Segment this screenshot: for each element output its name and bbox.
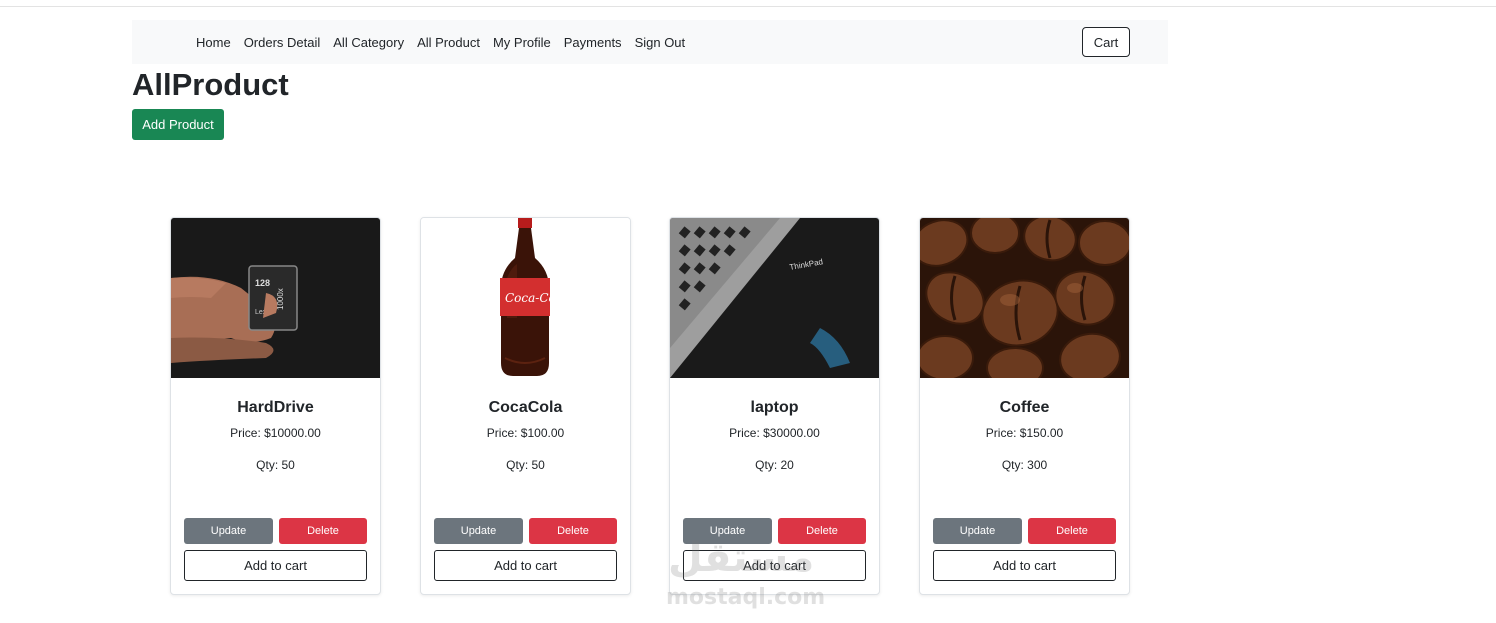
product-card: Coca-Cola CocaCola Price: $100.00 Qty: 5…: [420, 217, 631, 595]
delete-button[interactable]: Delete: [529, 518, 617, 544]
nav-links: Home Orders Detail All Category All Prod…: [196, 20, 698, 64]
add-to-cart-button[interactable]: Add to cart: [683, 550, 866, 581]
nav-link-payments[interactable]: Payments: [564, 35, 622, 50]
product-qty: Qty: 20: [755, 458, 794, 472]
update-button[interactable]: Update: [683, 518, 772, 544]
delete-button[interactable]: Delete: [279, 518, 367, 544]
update-button[interactable]: Update: [434, 518, 523, 544]
product-qty: Qty: 300: [1001, 458, 1048, 472]
product-name: Coffee: [999, 399, 1050, 416]
svg-text:128: 128: [255, 278, 270, 288]
sd-card-photo: 128 Lexar 1000x: [171, 218, 380, 378]
product-card: ThinkPad laptop Price: $30000.00 Qty: 20…: [669, 217, 880, 595]
add-to-cart-button[interactable]: Add to cart: [933, 550, 1116, 581]
product-price: Price: $30000.00: [729, 426, 820, 440]
svg-text:1000x: 1000x: [276, 288, 285, 310]
browser-top-divider: [0, 6, 1496, 7]
nav-link-all-product[interactable]: All Product: [417, 35, 480, 50]
product-qty: Qty: 50: [256, 458, 295, 472]
nav-link-my-profile[interactable]: My Profile: [493, 35, 551, 50]
product-price: Price: $100.00: [486, 426, 565, 440]
update-button[interactable]: Update: [184, 518, 273, 544]
add-product-button[interactable]: Add Product: [132, 109, 224, 140]
product-name: laptop: [750, 399, 799, 416]
page-title: AllProduct: [132, 67, 289, 102]
nav-link-all-category[interactable]: All Category: [333, 35, 404, 50]
product-name: HardDrive: [237, 399, 314, 416]
laptop-keyboard-photo: ThinkPad: [670, 218, 879, 378]
nav-link-home[interactable]: Home: [196, 35, 231, 50]
coffee-beans-photo: [920, 218, 1129, 378]
svg-text:Coca-Cola: Coca-Cola: [505, 291, 567, 305]
add-to-cart-button[interactable]: Add to cart: [434, 550, 617, 581]
product-card: 128 Lexar 1000x HardDrive Price: $10000.…: [170, 217, 381, 595]
nav-link-orders-detail[interactable]: Orders Detail: [244, 35, 321, 50]
product-name: CocaCola: [488, 399, 563, 416]
update-button[interactable]: Update: [933, 518, 1022, 544]
product-card: Coffee Price: $150.00 Qty: 300 Update De…: [919, 217, 1130, 595]
coca-cola-bottle-photo: Coca-Cola: [421, 218, 630, 378]
cart-button[interactable]: Cart: [1082, 27, 1130, 57]
delete-button[interactable]: Delete: [778, 518, 866, 544]
product-qty: Qty: 50: [506, 458, 545, 472]
product-price: Price: $150.00: [985, 426, 1064, 440]
nav-link-sign-out[interactable]: Sign Out: [635, 35, 686, 50]
add-to-cart-button[interactable]: Add to cart: [184, 550, 367, 581]
navbar: Home Orders Detail All Category All Prod…: [132, 20, 1168, 64]
delete-button[interactable]: Delete: [1028, 518, 1116, 544]
product-price: Price: $10000.00: [230, 426, 321, 440]
